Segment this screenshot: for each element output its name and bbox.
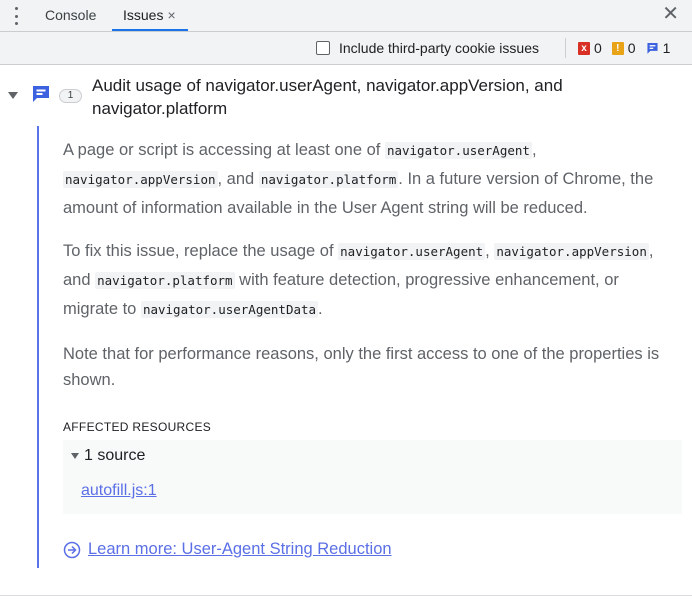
issue-counts[interactable]: x0 ! 0 1 (578, 40, 670, 56)
source-link[interactable]: autofill.js:1 (81, 482, 157, 500)
issue-description: A page or script is accessing at least o… (63, 136, 663, 222)
warning-icon: ! (611, 41, 624, 55)
warning-count: 0 (627, 40, 636, 56)
text-segment: To fix this issue, replace the usage of (63, 242, 339, 260)
error-count: 0 (594, 40, 602, 56)
text-segment: , and (217, 170, 259, 188)
text-segment: . (318, 300, 323, 318)
issues-toolbar: Include third-party cookie issues x0 ! 0 … (0, 32, 692, 65)
text-segment: , (531, 141, 537, 159)
divider (0, 595, 692, 596)
message-icon (33, 86, 49, 102)
error-icon: x (578, 41, 590, 55)
issue-header[interactable]: 1 Audit usage of navigator.userAgent, na… (0, 72, 692, 122)
learn-more-link[interactable]: Learn more: User-Agent String Reduction (63, 540, 392, 559)
code-snippet: navigator.platform (95, 272, 235, 289)
tab-issues[interactable]: Issues × (112, 0, 188, 31)
affected-resources-heading: AFFECTED RESOURCES (63, 420, 212, 434)
collapse-triangle-icon[interactable] (71, 453, 79, 459)
code-snippet: navigator.appVersion (63, 171, 218, 188)
code-snippet: navigator.appVersion (494, 243, 649, 260)
expand-triangle-icon[interactable] (8, 92, 18, 99)
more-options-icon[interactable] (12, 6, 20, 26)
code-snippet: navigator.userAgent (384, 142, 532, 159)
divider (565, 38, 566, 58)
issue-title: Audit usage of navigator.userAgent, navi… (92, 76, 563, 118)
tab-issues-label: Issues (123, 7, 164, 23)
sources-toggle[interactable]: 1 source (84, 447, 145, 465)
code-snippet: navigator.userAgentData (140, 301, 319, 318)
close-tab-icon[interactable]: × (167, 7, 175, 23)
text-segment: A page or script is accessing at least o… (63, 141, 385, 159)
third-party-cookie-checkbox[interactable] (316, 41, 330, 55)
code-snippet: navigator.userAgent (338, 243, 486, 260)
close-panel-button[interactable]: ✕ (662, 4, 679, 24)
issue-body: A page or script is accessing at least o… (37, 126, 692, 568)
affected-sources: 1 source autofill.js:1 (63, 440, 682, 514)
code-snippet: navigator.platform (258, 171, 399, 188)
third-party-cookie-label[interactable]: Include third-party cookie issues (339, 40, 539, 56)
tab-bar: Console Issues × ✕ (0, 0, 692, 32)
text-segment: , (485, 242, 495, 260)
issue-note: Note that for performance reasons, only … (63, 345, 660, 389)
arrow-circle-icon (63, 541, 81, 558)
tab-console[interactable]: Console (45, 0, 96, 31)
learn-more-text[interactable]: Learn more: User-Agent String Reduction (88, 540, 392, 559)
info-message-icon (647, 42, 658, 54)
issue-fix-description: To fix this issue, replace the usage of … (63, 237, 663, 324)
info-count: 1 (662, 40, 671, 56)
issue-count-badge: 1 (59, 89, 82, 103)
